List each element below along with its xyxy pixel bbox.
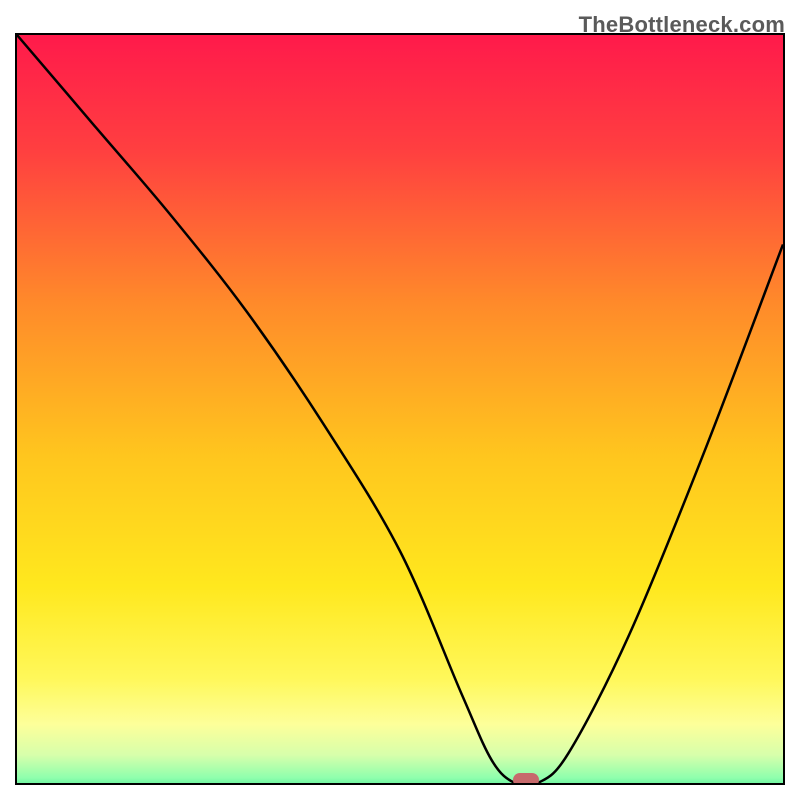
bottleneck-curve — [17, 35, 783, 783]
chart-frame: TheBottleneck.com — [15, 15, 785, 785]
plot-area — [15, 33, 785, 785]
optimal-point-marker — [513, 773, 539, 785]
